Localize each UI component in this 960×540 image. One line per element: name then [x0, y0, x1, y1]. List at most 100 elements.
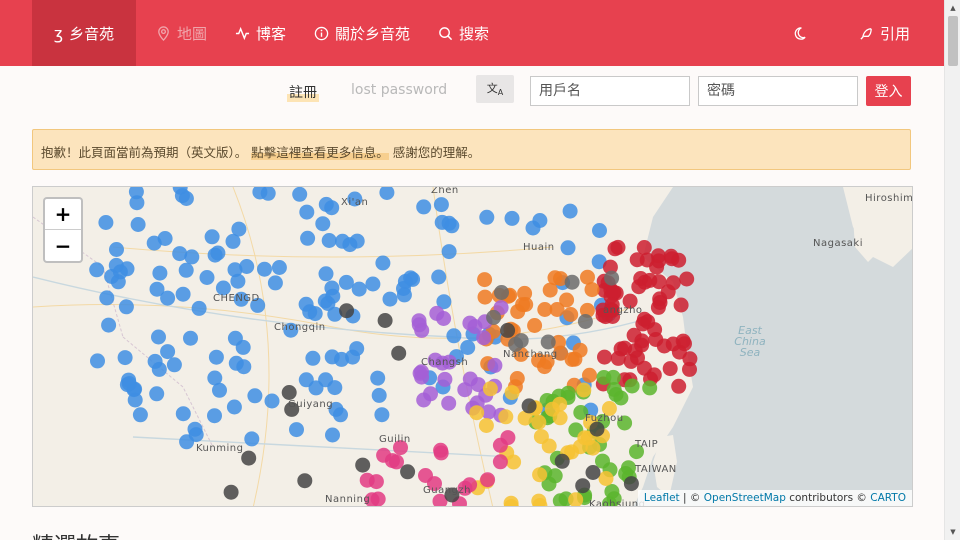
- map-marker-blue[interactable]: [226, 399, 242, 415]
- map-marker-blue[interactable]: [160, 344, 176, 360]
- map-marker-blue[interactable]: [227, 330, 243, 346]
- map-marker-yellow[interactable]: [482, 381, 498, 397]
- map-marker-blue[interactable]: [560, 240, 576, 256]
- lost-password-link[interactable]: lost password: [351, 82, 447, 98]
- dialect-map[interactable]: CHENGD Chongqin Xi'an Zhen Huain angzho …: [32, 186, 913, 507]
- map-marker-purple[interactable]: [462, 315, 478, 331]
- map-marker-pink[interactable]: [359, 472, 375, 488]
- map-marker-blue[interactable]: [90, 353, 105, 369]
- map-marker-blue[interactable]: [109, 242, 124, 257]
- map-marker-yellow[interactable]: [504, 385, 520, 401]
- map-marker-blue[interactable]: [460, 340, 476, 355]
- map-marker-blue[interactable]: [396, 287, 412, 303]
- map-marker-blue[interactable]: [416, 199, 432, 215]
- map-marker-gray[interactable]: [540, 334, 556, 350]
- username-input[interactable]: [530, 76, 690, 106]
- dark-mode-toggle[interactable]: [778, 0, 821, 66]
- map-marker-blue[interactable]: [345, 349, 361, 365]
- map-marker-yellow[interactable]: [498, 409, 514, 425]
- map-marker-purple[interactable]: [476, 330, 492, 346]
- map-marker-pink[interactable]: [433, 442, 449, 458]
- map-marker-blue[interactable]: [525, 220, 541, 236]
- alert-more-info-link[interactable]: 點擊這裡查看更多信息。: [251, 145, 389, 160]
- map-marker-orange[interactable]: [567, 351, 583, 367]
- map-marker-red[interactable]: [662, 361, 678, 377]
- nav-blog[interactable]: 博客: [221, 0, 300, 66]
- map-marker-dark[interactable]: [521, 398, 537, 414]
- map-marker-dark[interactable]: [339, 303, 355, 319]
- map-marker-red[interactable]: [679, 271, 695, 287]
- map-marker-red[interactable]: [647, 322, 663, 338]
- map-marker-purple[interactable]: [487, 357, 503, 373]
- login-button[interactable]: 登入: [866, 76, 911, 106]
- map-marker-red[interactable]: [671, 378, 687, 394]
- map-marker-gray[interactable]: [604, 270, 620, 286]
- map-marker-orange[interactable]: [584, 282, 600, 298]
- map-marker-blue[interactable]: [132, 407, 148, 423]
- scroll-down-arrow[interactable]: ▼: [945, 524, 960, 540]
- map-marker-orange[interactable]: [515, 297, 531, 313]
- map-marker-blue[interactable]: [178, 262, 194, 278]
- map-marker-orange[interactable]: [537, 359, 552, 375]
- map-marker-blue[interactable]: [207, 370, 223, 386]
- map-marker-blue[interactable]: [479, 209, 495, 225]
- map-marker-blue[interactable]: [315, 216, 331, 232]
- map-marker-orange[interactable]: [559, 292, 575, 308]
- map-marker-purple[interactable]: [429, 305, 445, 321]
- map-marker-blue[interactable]: [365, 276, 381, 292]
- map-marker-red[interactable]: [677, 336, 692, 352]
- map-marker-blue[interactable]: [370, 370, 386, 386]
- map-marker-orange[interactable]: [509, 371, 525, 386]
- map-marker-blue[interactable]: [199, 270, 215, 285]
- map-marker-blue[interactable]: [371, 387, 387, 403]
- zoom-out-button[interactable]: −: [45, 230, 81, 261]
- map-marker-blue[interactable]: [187, 421, 203, 437]
- map-marker-green[interactable]: [596, 370, 612, 385]
- language-button[interactable]: 文A: [476, 75, 514, 103]
- map-marker-blue[interactable]: [157, 231, 173, 246]
- map-marker-blue[interactable]: [333, 407, 348, 423]
- map-marker-blue[interactable]: [179, 434, 195, 450]
- map-marker-orange[interactable]: [527, 318, 543, 333]
- map-marker-dark[interactable]: [623, 476, 639, 492]
- zoom-in-button[interactable]: +: [45, 199, 81, 230]
- map-marker-blue[interactable]: [129, 195, 145, 211]
- carto-link[interactable]: CARTO: [870, 492, 906, 504]
- map-marker-yellow[interactable]: [478, 418, 494, 433]
- map-marker-red[interactable]: [630, 350, 645, 366]
- map-marker-dark[interactable]: [500, 322, 516, 338]
- nav-map[interactable]: 地圖: [142, 0, 221, 66]
- map-marker-yellow[interactable]: [531, 414, 547, 430]
- map-marker-blue[interactable]: [172, 246, 188, 262]
- map-marker-purple[interactable]: [437, 371, 453, 387]
- map-marker-blue[interactable]: [151, 329, 166, 345]
- map-marker-yellow[interactable]: [552, 410, 568, 426]
- nav-cite[interactable]: 引用: [845, 0, 924, 66]
- map-marker-blue[interactable]: [321, 233, 337, 248]
- map-marker-blue[interactable]: [264, 393, 280, 409]
- map-marker-blue[interactable]: [230, 273, 246, 289]
- map-marker-blue[interactable]: [374, 407, 390, 423]
- map-marker-dark[interactable]: [575, 478, 591, 494]
- map-marker-gray[interactable]: [564, 274, 580, 290]
- map-marker-blue[interactable]: [379, 187, 395, 200]
- map-marker-pink[interactable]: [480, 472, 496, 488]
- map-marker-blue[interactable]: [431, 269, 447, 285]
- map-marker-dark[interactable]: [377, 313, 393, 328]
- map-marker-red[interactable]: [673, 297, 689, 313]
- map-marker-yellow[interactable]: [576, 382, 592, 398]
- map-marker-pink[interactable]: [370, 491, 386, 507]
- map-marker-orange[interactable]: [477, 289, 493, 305]
- map-marker-blue[interactable]: [244, 431, 260, 447]
- map-marker-orange[interactable]: [477, 272, 493, 288]
- map-marker-dark[interactable]: [391, 345, 407, 361]
- map-marker-green[interactable]: [624, 378, 640, 394]
- map-marker-orange[interactable]: [582, 367, 597, 383]
- map-marker-blue[interactable]: [183, 330, 198, 346]
- map-marker-gray[interactable]: [577, 314, 593, 329]
- map-marker-dark[interactable]: [355, 457, 371, 473]
- map-marker-orange[interactable]: [542, 282, 558, 298]
- scroll-thumb[interactable]: [948, 16, 958, 66]
- map-marker-blue[interactable]: [267, 275, 283, 291]
- osm-link[interactable]: OpenStreetMap: [704, 492, 786, 504]
